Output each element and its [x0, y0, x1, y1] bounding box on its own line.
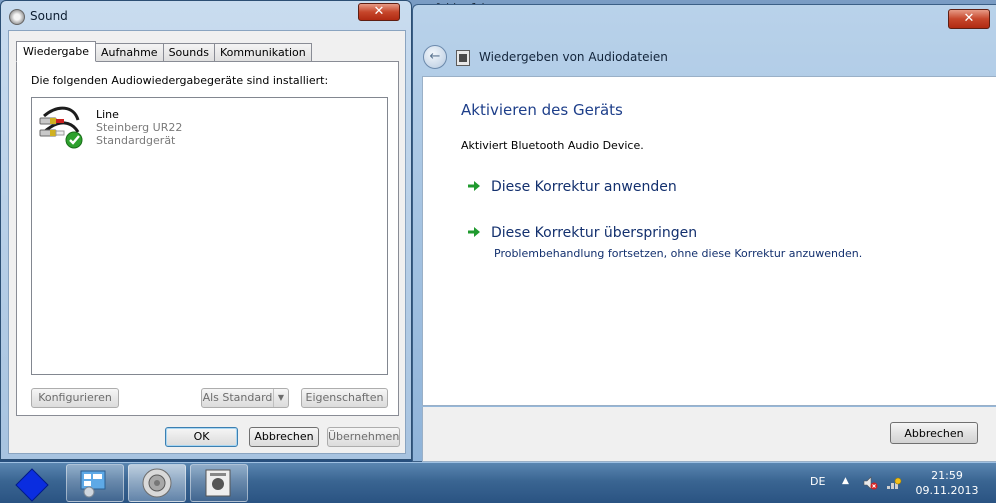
device-list[interactable]: Line Steinberg UR22 Standardgerät	[31, 97, 388, 375]
page-description: Aktiviert Bluetooth Audio Device.	[461, 139, 644, 152]
clock[interactable]: 21:59 09.11.2013	[914, 468, 980, 498]
sound-close-button[interactable]: ✕	[358, 3, 400, 21]
sound-dialog: Sound ✕ Wiedergabe Aufnahme Sounds Kommu…	[0, 0, 412, 460]
playback-tab-panel: Die folgenden Audiowiedergabegeräte sind…	[16, 61, 399, 416]
apply-fix-command[interactable]: Diese Korrektur anwenden	[467, 179, 677, 195]
troubleshooter-window: ✕ ← Wiedergeben von Audiodateien Aktivie…	[412, 4, 996, 462]
cancel-button[interactable]: Abbrechen	[249, 427, 319, 447]
device-model: Steinberg UR22	[96, 121, 183, 134]
skip-fix-command[interactable]: Diese Korrektur überspringen	[467, 225, 697, 241]
start-orb-icon[interactable]	[14, 467, 50, 503]
tab-wiedergabe[interactable]: Wiedergabe	[16, 41, 97, 62]
page-heading: Aktivieren des Geräts	[461, 101, 623, 119]
sound-dialog-body: Wiedergabe Aufnahme Sounds Kommunikation…	[8, 30, 406, 454]
set-default-button[interactable]: Als Standard ▼	[201, 388, 289, 408]
network-icon[interactable]	[886, 475, 902, 491]
troubleshooter-footer: Abbrechen	[422, 407, 996, 462]
show-hidden-icons-button[interactable]: ▲	[842, 476, 849, 486]
apply-fix-label: Diese Korrektur anwenden	[491, 179, 677, 195]
apply-button[interactable]: Übernehmen	[327, 427, 400, 447]
skip-fix-note: Problembehandlung fortsetzen, ohne diese…	[494, 247, 863, 260]
list-item[interactable]: Line Steinberg UR22 Standardgerät	[38, 102, 238, 154]
tab-sounds[interactable]: Sounds	[163, 43, 215, 62]
rca-cable-icon	[39, 106, 83, 149]
speaker-icon	[9, 9, 25, 25]
control-panel-icon	[80, 470, 106, 498]
dropdown-arrow-icon[interactable]: ▼	[273, 389, 288, 407]
troubleshooter-app-icon	[456, 50, 470, 66]
tab-strip: Wiedergabe Aufnahme Sounds Kommunikation	[16, 41, 312, 62]
taskbar-troubleshooter[interactable]	[190, 464, 248, 502]
troubleshooter-nav-bar: ← Wiedergeben von Audiodateien	[423, 45, 990, 71]
device-status: Standardgerät	[96, 134, 176, 147]
troubleshooter-icon	[205, 469, 231, 497]
configure-button[interactable]: Konfigurieren	[31, 388, 119, 408]
green-arrow-icon	[468, 181, 480, 191]
language-indicator[interactable]: DE	[810, 475, 825, 488]
taskbar-control-panel[interactable]	[66, 464, 124, 502]
troubleshooter-cancel-button[interactable]: Abbrechen	[890, 422, 978, 444]
tab-aufnahme[interactable]: Aufnahme	[96, 43, 164, 62]
speaker-icon	[142, 468, 172, 498]
ok-button[interactable]: OK	[165, 427, 238, 447]
troubleshooter-nav-title: Wiedergeben von Audiodateien	[479, 50, 668, 64]
clock-date: 09.11.2013	[915, 484, 979, 497]
troubleshooter-content: Aktivieren des Geräts Aktiviert Bluetoot…	[422, 76, 996, 406]
volume-muted-icon[interactable]	[862, 475, 878, 491]
back-arrow-icon[interactable]: ←	[423, 45, 447, 69]
clock-time: 21:59	[931, 469, 963, 482]
properties-button[interactable]: Eigenschaften	[301, 388, 388, 408]
skip-fix-label: Diese Korrektur überspringen	[491, 225, 698, 241]
device-name: Line	[96, 108, 119, 121]
sound-dialog-title: Sound	[30, 9, 68, 23]
taskbar-sound[interactable]	[128, 464, 186, 502]
devices-label: Die folgenden Audiowiedergabegeräte sind…	[31, 74, 329, 87]
green-arrow-icon	[468, 227, 480, 237]
set-default-label: Als Standard	[202, 391, 273, 404]
tab-kommunikation[interactable]: Kommunikation	[214, 43, 312, 62]
taskbar: DE ▲ 21:59 09.11.2013	[0, 462, 996, 503]
troubleshooter-close-button[interactable]: ✕	[948, 9, 990, 29]
